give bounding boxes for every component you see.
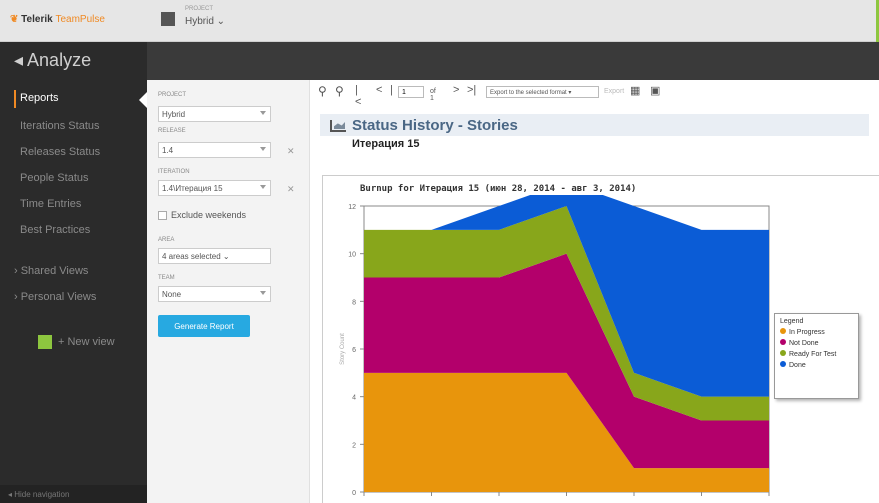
top-bar: ❦ Telerik TeamPulse PROJECT Hybrid ⌄ <box>0 0 879 42</box>
release-label: RELEASE <box>158 128 186 134</box>
y-tick-label: 10 <box>348 252 356 259</box>
report-options-panel: PROJECT Hybrid RELEASE 1.4 ✕ ITERATION 1… <box>147 80 310 503</box>
export-button[interactable]: Export <box>604 88 624 95</box>
area-chart-icon <box>330 120 346 132</box>
legend-label: In Progress <box>789 329 825 336</box>
page-separator: | <box>390 84 393 96</box>
analyze-title[interactable]: ◂ Analyze <box>0 42 147 80</box>
first-page-button[interactable]: |< <box>355 84 361 108</box>
last-page-button[interactable]: >| <box>467 84 476 96</box>
section-header: ◂ Analyze <box>0 42 879 80</box>
legend-swatch <box>780 350 786 356</box>
y-tick-label: 8 <box>352 299 356 306</box>
sidebar-item-best-practices[interactable]: Best Practices <box>20 224 90 236</box>
legend-title: Legend <box>780 318 804 325</box>
legend-item-in-progress: In Progress <box>780 328 853 339</box>
generate-report-button[interactable]: Generate Report <box>158 315 250 337</box>
sidebar-item-reports[interactable]: Reports <box>20 92 59 104</box>
team-select-value: None <box>162 290 182 299</box>
exclude-weekends-label[interactable]: Exclude weekends <box>171 210 246 220</box>
project-caption: PROJECT <box>185 6 214 12</box>
page-number-input[interactable] <box>398 86 424 98</box>
release-select-value: 1.4 <box>162 146 174 155</box>
project-select-value: Hybrid <box>162 110 186 119</box>
y-tick-label: 12 <box>348 204 356 211</box>
clear-release-icon[interactable]: ✕ <box>287 146 295 157</box>
project-switcher[interactable]: Hybrid ⌄ <box>185 16 225 27</box>
export-format-select[interactable]: Export to the selected format ▾ <box>486 86 599 98</box>
area-select-value: 4 areas selected ⌄ <box>162 252 230 261</box>
chevron-down-icon <box>260 185 266 189</box>
legend-label: Ready For Test <box>789 351 837 358</box>
iteration-label: ITERATION <box>158 169 190 175</box>
report-subtitle: Итерация 15 <box>352 138 420 150</box>
sidebar-item-shared-views[interactable]: › Shared Views <box>14 265 88 277</box>
sidebar: Reports Iterations Status Releases Statu… <box>0 80 147 503</box>
project-label: PROJECT <box>158 92 187 98</box>
legend-item-done: Done <box>780 361 853 372</box>
legend-item-ready-for-test: Ready For Test <box>780 350 853 361</box>
legend-label: Done <box>789 362 806 369</box>
area-label: AREA <box>158 237 175 243</box>
print-icon[interactable]: ▣ <box>650 84 660 97</box>
team-label: TEAM <box>158 275 175 281</box>
active-indicator <box>14 90 16 108</box>
project-select[interactable]: Hybrid <box>158 106 271 122</box>
prev-page-button[interactable]: < <box>376 84 382 96</box>
release-select[interactable]: 1.4 <box>158 142 271 158</box>
exclude-weekends-checkbox[interactable] <box>158 211 167 220</box>
legend-swatch <box>780 339 786 345</box>
print-preview-icon[interactable]: ▦ <box>630 84 640 97</box>
y-tick-label: 2 <box>352 442 356 449</box>
logo-brand: Telerik <box>21 14 53 25</box>
chevron-down-icon <box>260 147 266 151</box>
y-tick-label: 4 <box>352 395 356 402</box>
legend-swatch <box>780 361 786 367</box>
flame-icon: ❦ <box>10 14 19 25</box>
y-tick-label: 6 <box>352 347 356 354</box>
team-select[interactable]: None <box>158 286 271 302</box>
report-title: Status History - Stories <box>352 117 518 134</box>
project-icon <box>161 12 175 26</box>
logo-product: TeamPulse <box>55 14 105 25</box>
next-page-button[interactable]: > <box>453 84 459 96</box>
y-tick-label: 0 <box>352 490 356 497</box>
area-select[interactable]: 4 areas selected ⌄ <box>158 248 271 264</box>
sidebar-item-people-status[interactable]: People Status <box>20 172 89 184</box>
sidebar-item-iterations-status[interactable]: Iterations Status <box>20 120 100 132</box>
app-logo[interactable]: ❦ Telerik TeamPulse <box>10 14 105 25</box>
iteration-select-value: 1.4\Итерация 15 <box>162 184 223 193</box>
iteration-select[interactable]: 1.4\Итерация 15 <box>158 180 271 196</box>
clear-iteration-icon[interactable]: ✕ <box>287 184 295 195</box>
chevron-down-icon <box>260 111 266 115</box>
zoom-in-icon[interactable]: ⚲ <box>335 84 344 98</box>
sidebar-item-releases-status[interactable]: Releases Status <box>20 146 100 158</box>
legend-item-not-done: Not Done <box>780 339 853 350</box>
chart-title: Burnup for Итерация 15 (июн 28, 2014 - а… <box>360 184 637 194</box>
new-view-link[interactable]: + New view <box>58 336 115 348</box>
chevron-down-icon <box>260 291 266 295</box>
zoom-out-icon[interactable]: ⚲ <box>318 84 327 98</box>
report-viewer: ⚲ ⚲ |< < | of 1 > >| Export to the selec… <box>310 80 879 503</box>
y-axis-label: Story Count <box>340 333 346 365</box>
hide-navigation-button[interactable]: ◂ Hide navigation <box>0 485 147 503</box>
active-pointer <box>139 92 147 108</box>
page-count: of 1 <box>430 88 436 102</box>
legend-label: Not Done <box>789 340 819 347</box>
sidebar-item-personal-views[interactable]: › Personal Views <box>14 291 96 303</box>
chart-legend: Legend In Progress Not Done Ready For Te… <box>774 313 859 399</box>
legend-swatch <box>780 328 786 334</box>
sidebar-item-time-entries[interactable]: Time Entries <box>20 198 81 210</box>
add-view-icon[interactable] <box>38 335 52 349</box>
